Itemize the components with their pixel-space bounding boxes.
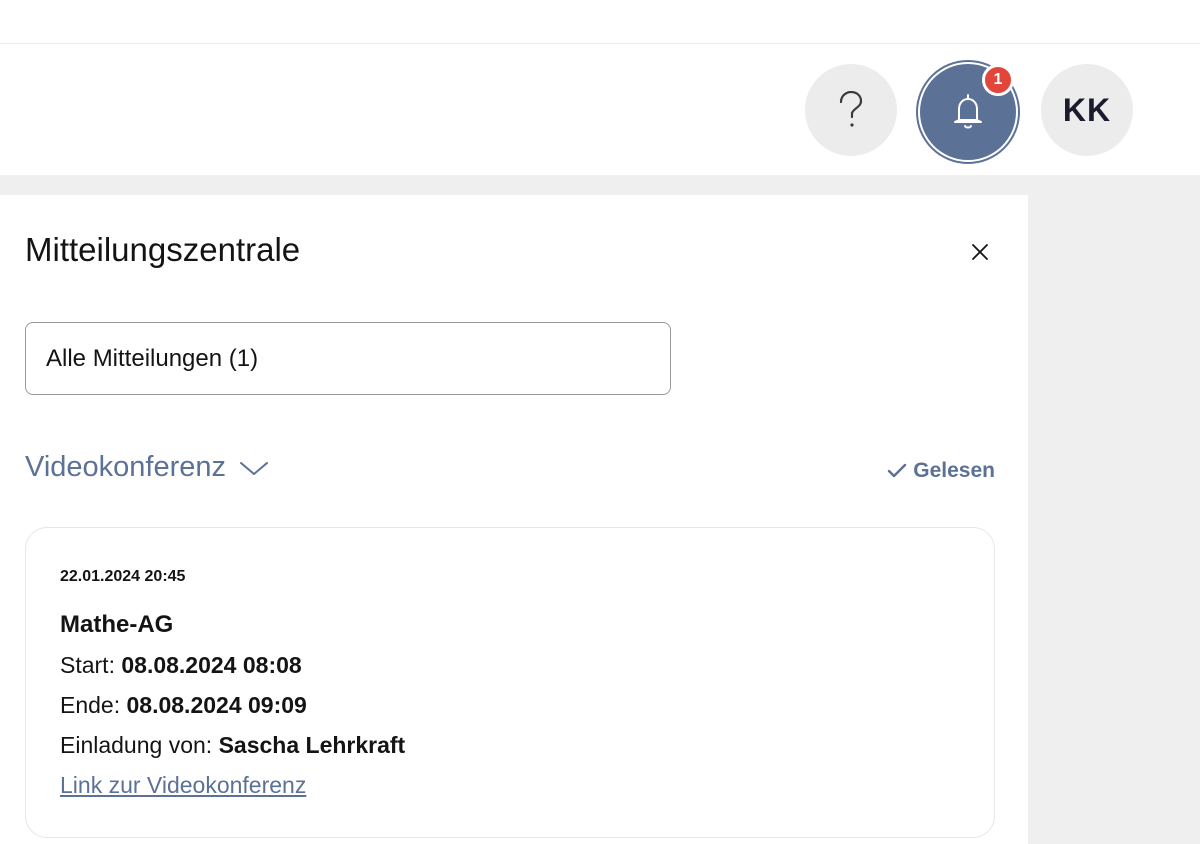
notification-center-panel: Mitteilungszentrale Alle Mitteilungen (1… [0,195,1028,844]
app-header: 1 KK [0,44,1200,175]
bell-icon [954,94,982,129]
end-label: Ende: [60,692,127,718]
notification-count-badge: 1 [982,64,1014,96]
start-label: Start: [60,652,122,678]
notification-inviter: Einladung von: Sascha Lehrkraft [60,732,405,759]
panel-title: Mitteilungszentrale [25,231,301,268]
notification-filter-select[interactable]: Alle Mitteilungen (1) [25,322,671,395]
notification-title: Mathe-AG [60,611,174,638]
notification-card: 22.01.2024 20:45 Mathe-AG Start: 08.08.2… [25,527,995,838]
help-button[interactable] [805,64,897,156]
category-toggle-videokonferenz[interactable]: Videokonferenz [25,451,270,484]
question-mark-icon [839,91,863,127]
video-conference-link[interactable]: Link zur Videokonferenz [60,772,306,799]
mark-read-label: Gelesen [913,459,995,482]
notification-timestamp: 22.01.2024 20:45 [60,568,186,585]
check-icon [888,463,907,478]
top-strip [0,0,1200,44]
filter-selected-value: Alle Mitteilungen (1) [46,344,259,372]
close-button[interactable] [966,238,994,266]
user-avatar[interactable]: KK [1041,64,1133,156]
category-label: Videokonferenz [25,451,227,483]
notification-end: Ende: 08.08.2024 09:09 [60,692,307,719]
chevron-down-icon [240,461,269,475]
mark-read-button[interactable]: Gelesen [887,459,995,483]
end-value: 08.08.2024 09:09 [126,692,307,718]
notification-start: Start: 08.08.2024 08:08 [60,652,302,679]
invite-label: Einladung von: [60,732,219,758]
close-icon [972,244,988,260]
invite-value: Sascha Lehrkraft [218,732,406,758]
start-value: 08.08.2024 08:08 [121,652,302,678]
